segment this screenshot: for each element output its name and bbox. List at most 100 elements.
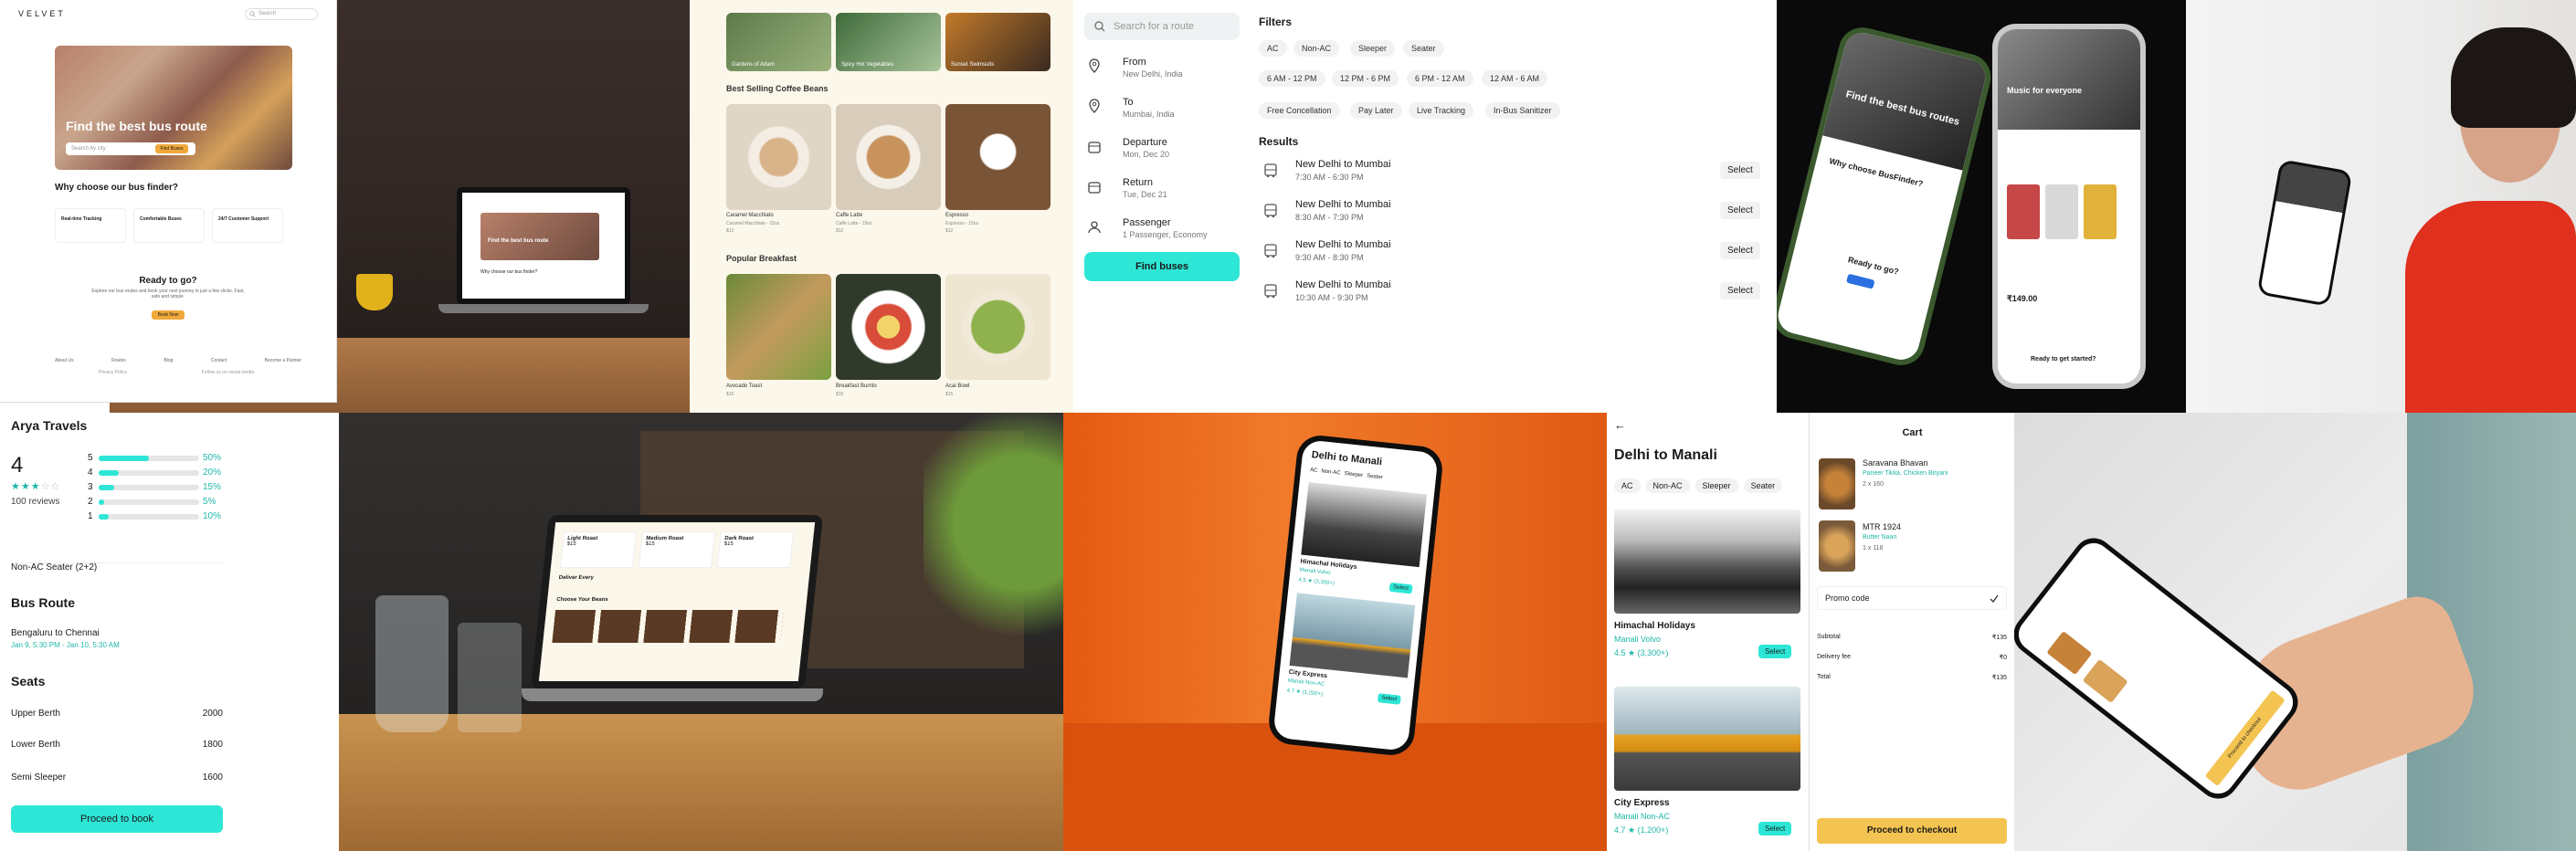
return-field[interactable]: Return Tue, Dec 21 (1088, 173, 1243, 210)
orange-phone-screen: Delhi to Manali AC Non-AC Sleeper Seater… (1272, 439, 1439, 751)
filter-chip[interactable]: 6 AM - 12 PM (1259, 70, 1325, 87)
rating-star-label: 3 (88, 482, 93, 492)
bus-card-image[interactable] (1301, 481, 1427, 568)
checkout-button[interactable]: Proceed to checkout (1817, 818, 2007, 844)
filter-chip[interactable]: Non-AC (1321, 468, 1341, 476)
plan-card[interactable]: Medium Roast $15 (638, 531, 716, 568)
breakfast-price: $15 (726, 392, 734, 397)
field-value: Tue, Dec 21 (1123, 190, 1167, 199)
seat-row[interactable]: Upper Berth 2000 (11, 709, 223, 719)
footer-link[interactable]: About Us (55, 358, 74, 363)
filter-chip[interactable]: In-Bus Sanitizer (1485, 102, 1560, 119)
filter-chip[interactable]: Sleeper (1694, 478, 1738, 493)
search-icon (1094, 21, 1105, 32)
plan-card[interactable]: Light Roast $15 (559, 531, 638, 568)
coffee-tile[interactable] (726, 104, 831, 210)
cafe-laptop-base (522, 688, 823, 701)
top-tile[interactable]: Sunset Swimsuits (945, 13, 1050, 71)
to-field[interactable]: To Mumbai, India (1088, 93, 1243, 130)
book-now-button[interactable]: Book Now (152, 310, 185, 320)
route-search-input[interactable]: Search for a route (1084, 13, 1240, 40)
select-button[interactable]: Select (1388, 582, 1413, 594)
footer-link[interactable]: Blog (164, 358, 173, 363)
seat-row[interactable]: Lower Berth 1800 (11, 740, 223, 750)
filter-chip[interactable]: Seater (1367, 474, 1383, 481)
why-title: Why choose our bus finder? (55, 183, 179, 193)
filter-chip[interactable]: Live Tracking (1409, 102, 1474, 119)
review-count: 100 reviews (11, 497, 60, 507)
red-sweater (2405, 201, 2576, 413)
select-button[interactable]: Select (1758, 645, 1792, 658)
filter-chip[interactable]: Seater (1743, 478, 1783, 493)
breakfast-tile[interactable] (836, 274, 941, 380)
rating-star-label: 1 (88, 511, 93, 521)
seat-row[interactable]: Semi Sleeper 1600 (11, 772, 223, 783)
breakfast-tile[interactable] (945, 274, 1050, 380)
bus-card-image[interactable] (1289, 593, 1416, 678)
nav-search-input[interactable]: Search (245, 7, 318, 20)
filter-chip[interactable]: Non-AC (1645, 478, 1690, 493)
filter-chip[interactable]: Sleeper (1344, 471, 1363, 478)
line-value: ₹0 (1999, 655, 2007, 661)
departure-field[interactable]: Departure Mon, Dec 20 (1088, 133, 1243, 170)
filter-chip[interactable]: 12 AM - 6 AM (1482, 70, 1548, 87)
top-tile[interactable]: Gardens of Adam (726, 13, 831, 71)
result-row[interactable]: New Delhi to Mumbai 8:30 AM - 7:30 PM Se… (1259, 199, 1770, 232)
left-phone-cta[interactable] (1846, 273, 1875, 289)
select-button[interactable]: Select (1758, 822, 1792, 835)
passenger-field[interactable]: Passenger 1 Passenger, Economy (1088, 214, 1243, 250)
select-button[interactable]: Select (1377, 693, 1401, 705)
filter-chip[interactable]: Sleeper (1350, 40, 1396, 57)
select-button[interactable]: Select (1720, 202, 1760, 219)
filter-chip[interactable]: 12 PM - 6 PM (1332, 70, 1399, 87)
result-row[interactable]: New Delhi to Mumbai 7:30 AM - 6:30 PM Se… (1259, 159, 1770, 192)
filter-chip[interactable]: 6 PM - 12 AM (1407, 70, 1473, 87)
left-phone-why: Why choose BusFinder? (1828, 156, 1925, 189)
filter-chip[interactable]: Non-AC (1293, 40, 1340, 57)
rating-bar (99, 514, 199, 520)
subtotal-row: Subtotal ₹135 (1817, 634, 2007, 641)
bus-card-image[interactable] (1614, 687, 1800, 791)
seat-price: 2000 (202, 709, 223, 719)
company-name: Arya Travels (11, 418, 88, 433)
footer-bottom: Privacy Policy Follow us on social media (99, 370, 254, 375)
filter-chip[interactable]: Seater (1403, 40, 1444, 57)
filter-chip[interactable]: AC (1310, 468, 1318, 474)
filter-chip[interactable]: AC (1614, 478, 1641, 493)
footer-link[interactable]: Contact (211, 358, 227, 363)
line-label: Subtotal (1817, 634, 1841, 640)
footer-link[interactable]: Become a Partner (265, 358, 301, 363)
result-row[interactable]: New Delhi to Mumbai 10:30 AM - 9:30 PM S… (1259, 279, 1770, 312)
bean-thumbnails[interactable] (552, 610, 785, 643)
hand-phone-photo: Proceed to checkout (2014, 413, 2576, 851)
bus-card-image[interactable] (1614, 510, 1800, 614)
privacy-link[interactable]: Privacy Policy (99, 370, 127, 375)
promo-code-input[interactable]: Promo code (1817, 586, 2007, 610)
coffee-tile[interactable] (945, 104, 1050, 210)
seat-name: Lower Berth (11, 740, 60, 750)
footer-link[interactable]: Routes (111, 358, 126, 363)
product-image[interactable] (2084, 184, 2117, 239)
find-buses-button[interactable]: Find buses (1084, 252, 1240, 281)
top-tile[interactable]: Spicy Hot Vegetables (836, 13, 941, 71)
ready-text: Explore our bus routes and book your nex… (91, 289, 245, 299)
hero-find-button[interactable]: Find Buses (155, 144, 188, 153)
product-image[interactable] (2045, 184, 2078, 239)
filter-chip[interactable]: Pay Later (1350, 102, 1402, 119)
from-field[interactable]: From New Delhi, India (1088, 53, 1243, 89)
coffee-tile[interactable] (836, 104, 941, 210)
filter-chip[interactable]: AC (1259, 40, 1287, 57)
result-row[interactable]: New Delhi to Mumbai 9:30 AM - 8:30 PM Se… (1259, 239, 1770, 272)
delivery-title: Deliver Every (558, 575, 595, 581)
rating-star-label: 5 (88, 453, 93, 463)
select-button[interactable]: Select (1720, 242, 1760, 259)
select-button[interactable]: Select (1720, 162, 1760, 179)
proceed-to-book-button[interactable]: Proceed to book (11, 805, 223, 833)
product-image[interactable] (2007, 184, 2040, 239)
filter-chip[interactable]: Free Concellation (1259, 102, 1340, 119)
plan-card[interactable]: Dark Roast $15 (716, 531, 795, 568)
select-button[interactable]: Select (1720, 282, 1760, 299)
back-arrow-icon[interactable]: ← (1614, 418, 1626, 432)
line-value: ₹135 (1991, 675, 2007, 681)
breakfast-tile[interactable] (726, 274, 831, 380)
